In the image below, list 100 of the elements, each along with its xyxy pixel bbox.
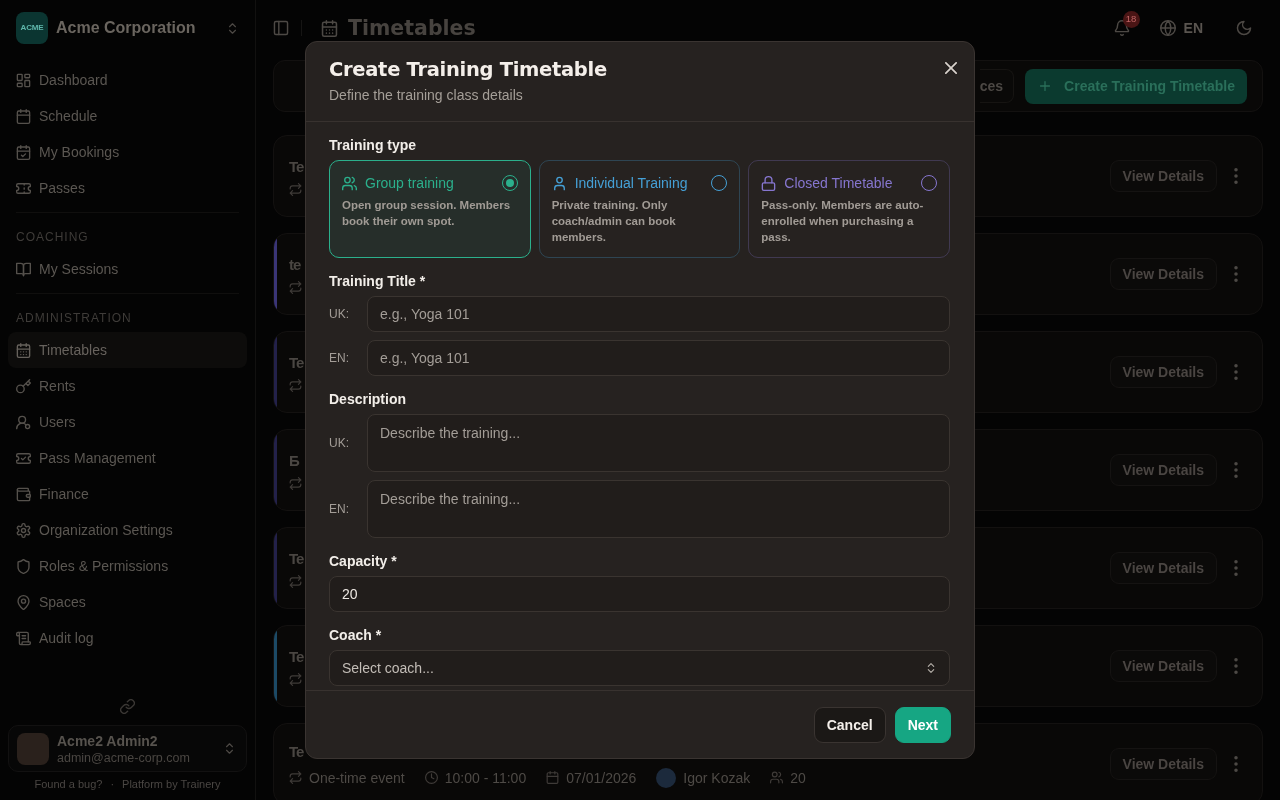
capacity-input[interactable]: 20 xyxy=(329,576,950,612)
language-button[interactable]: EN xyxy=(1159,17,1203,39)
bug-report-link[interactable]: Found a bug? xyxy=(34,777,103,791)
section-heading: COACHING xyxy=(15,229,90,245)
next-button[interactable]: Next xyxy=(894,707,951,743)
field-label: Description xyxy=(329,390,407,409)
view-details-button[interactable]: View Details xyxy=(1109,454,1217,486)
panel-icon[interactable] xyxy=(273,20,289,36)
map-pin-icon xyxy=(16,594,31,610)
shield-icon xyxy=(16,558,31,574)
more-icon[interactable] xyxy=(1234,266,1238,282)
field-label: Capacity * xyxy=(329,552,398,571)
view-details-button[interactable]: View Details xyxy=(1109,356,1217,388)
view-details-button[interactable]: View Details xyxy=(1109,748,1217,780)
title-input[interactable]: e.g., Yoga 101 xyxy=(367,340,950,376)
chevrons-icon[interactable] xyxy=(226,21,239,35)
title-input[interactable]: e.g., Yoga 101 xyxy=(367,296,950,332)
view-details-button[interactable]: View Details xyxy=(1109,650,1217,682)
section-heading: ADMINISTRATION xyxy=(15,310,133,326)
nav-item[interactable]: Organization Settings xyxy=(8,512,247,548)
timetable-title: Te xyxy=(289,157,304,177)
field-label: Coach * xyxy=(329,626,383,645)
timetable-title: te xyxy=(289,255,301,275)
field-label: Training type xyxy=(329,136,418,155)
option-description: Private training. Only coach/admin can book members. xyxy=(551,198,677,245)
dialog-title: Create Training Timetable xyxy=(329,58,608,82)
book-icon xyxy=(16,261,31,277)
repeat-icon xyxy=(289,477,302,490)
calendar-icon xyxy=(16,342,31,358)
ticket-icon xyxy=(16,180,31,196)
repeat-icon xyxy=(289,281,302,294)
avatar-placeholder xyxy=(17,732,49,765)
capacity-text: 20 xyxy=(790,768,806,787)
nav-item[interactable]: Timetables xyxy=(8,332,247,368)
moon-icon[interactable] xyxy=(1236,20,1252,36)
platform-credit-link[interactable]: Platform by Trainery xyxy=(122,777,221,791)
training-type-option[interactable]: Individual Training Private training. Only coach/admin can book members. xyxy=(538,160,741,258)
nav-item[interactable]: Users xyxy=(8,404,247,440)
view-details-button[interactable]: View Details xyxy=(1109,258,1217,290)
nav-item[interactable]: My Sessions xyxy=(8,251,247,287)
nav-item[interactable]: Spaces xyxy=(8,584,247,620)
dialog-subtitle: Define the training class details xyxy=(329,86,524,105)
ticket-check-icon xyxy=(16,450,31,466)
training-type-option[interactable]: Group training Open group session. Members book their own spot. xyxy=(329,160,531,258)
nav-item[interactable]: My Bookings xyxy=(8,134,247,170)
coach-select[interactable]: Select coach... xyxy=(329,650,950,686)
recurrence-text: One-time event xyxy=(309,768,405,787)
wallet-icon xyxy=(16,486,31,502)
repeat-icon xyxy=(289,183,302,196)
settings-icon xyxy=(16,522,31,538)
toolbar-button[interactable]: ces xyxy=(979,69,1015,103)
bell-icon[interactable] xyxy=(1113,20,1130,36)
nav-item[interactable]: Roles & Permissions xyxy=(8,548,247,584)
user-email: admin@acme-corp.com xyxy=(57,749,190,766)
user-menu[interactable]: Acme2 Admin2 admin@acme-corp.com xyxy=(8,725,247,772)
option-description: Open group session. Members book their own spot. xyxy=(342,198,512,229)
more-icon[interactable] xyxy=(1234,168,1238,184)
org-name: Acme Corporation xyxy=(56,18,196,38)
repeat-icon xyxy=(289,673,302,686)
nav-item[interactable]: Finance xyxy=(8,476,247,512)
nav-item[interactable]: Schedule xyxy=(8,98,247,134)
repeat-icon xyxy=(289,771,302,784)
page-title: Timetables xyxy=(348,16,476,40)
plus-icon xyxy=(1038,79,1053,93)
option-title: Individual Training xyxy=(574,174,688,193)
link-icon[interactable] xyxy=(120,699,135,714)
option-description: Pass-only. Members are auto-enrolled when purchasing a pass. xyxy=(761,198,925,245)
timetable-title: Te xyxy=(289,353,304,373)
more-icon[interactable] xyxy=(1234,364,1238,380)
close-icon xyxy=(945,62,957,74)
avatar-placeholder xyxy=(656,767,677,788)
more-icon[interactable] xyxy=(1234,756,1238,772)
calendar-icon xyxy=(16,108,31,124)
training-type-option[interactable]: Closed Timetable Pass-only. Members are auto-enrolled when purchasing a pass. xyxy=(748,160,950,258)
option-title: Closed Timetable xyxy=(784,174,893,193)
clock-icon xyxy=(424,771,438,784)
nav-item[interactable]: Pass Management xyxy=(8,440,247,476)
description-input[interactable]: Describe the training... xyxy=(367,414,950,472)
description-input[interactable]: Describe the training... xyxy=(367,480,950,538)
cancel-button[interactable]: Cancel xyxy=(813,707,886,743)
view-details-button[interactable]: View Details xyxy=(1109,552,1217,584)
more-icon[interactable] xyxy=(1234,560,1238,576)
more-icon[interactable] xyxy=(1234,462,1238,478)
separator-dot: · xyxy=(110,777,115,791)
nav-item[interactable]: Passes xyxy=(8,170,247,206)
scroll-icon xyxy=(16,630,31,646)
nav-item[interactable]: Audit log xyxy=(8,620,247,656)
view-details-button[interactable]: View Details xyxy=(1109,160,1217,192)
repeat-icon xyxy=(289,575,302,588)
chevrons-icon xyxy=(223,742,236,755)
dashboard-icon xyxy=(16,72,31,88)
timetable-title: Te xyxy=(289,741,304,762)
field-label: Training Title * xyxy=(329,272,427,291)
key-icon xyxy=(16,378,31,394)
language-label: UK: xyxy=(329,306,350,323)
close-button[interactable] xyxy=(942,59,960,77)
nav-item[interactable]: Dashboard xyxy=(8,62,247,98)
nav-item[interactable]: Rents xyxy=(8,368,247,404)
globe-icon xyxy=(1159,20,1176,36)
more-icon[interactable] xyxy=(1234,658,1238,674)
